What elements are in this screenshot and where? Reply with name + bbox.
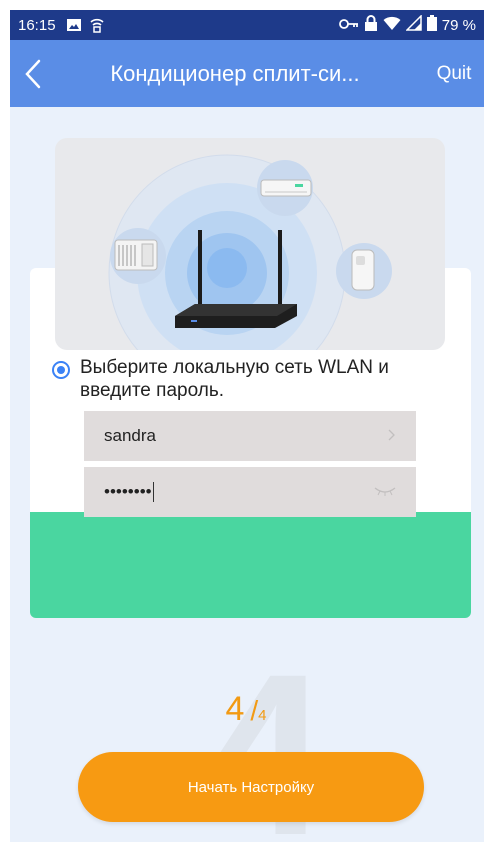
image-icon: [66, 18, 82, 32]
wifi-password-field[interactable]: ••••••••: [84, 467, 416, 517]
step-current: 4: [225, 690, 245, 728]
back-button[interactable]: [10, 40, 56, 107]
instruction-text: Выберите локальную сеть WLAN и введите п…: [80, 357, 389, 401]
wifi-ssid-field[interactable]: sandra: [84, 411, 416, 461]
step-total: 4: [258, 707, 267, 724]
wifi-signal-icon: [90, 17, 104, 33]
cell-signal-icon: [404, 14, 422, 35]
start-setup-button[interactable]: Начать Настройку: [78, 752, 424, 822]
lock-icon: [364, 15, 378, 35]
password-value: ••••••••: [104, 481, 152, 501]
ssid-value: sandra: [104, 426, 156, 445]
card-green-band: [30, 512, 471, 618]
wifi-icon: [383, 15, 401, 35]
status-time: 16:15: [18, 16, 56, 34]
window-ac-icon: [114, 239, 158, 271]
portable-ac-icon: [351, 249, 375, 291]
eye-closed-icon[interactable]: [374, 484, 396, 500]
step-indicator: 4/4: [0, 690, 492, 729]
app-header: Кондиционер сплит-си... Quit: [10, 40, 484, 107]
page-title: Кондиционер сплит-си...: [110, 60, 360, 86]
battery-percent: 79 %: [441, 16, 476, 34]
text-cursor: [152, 482, 154, 503]
wlan-radio-button[interactable]: [52, 361, 70, 379]
router-illustration: [55, 138, 445, 350]
battery-icon: [426, 15, 437, 35]
key-icon: [338, 17, 359, 34]
status-bar: 16:15 79 %: [10, 10, 484, 40]
chevron-left-icon: [25, 59, 41, 88]
step-separator: /: [250, 695, 259, 726]
quit-button[interactable]: Quit: [424, 63, 484, 85]
wlan-option: Выберите локальную сеть WLAN и введите п…: [52, 356, 452, 402]
chevron-right-icon[interactable]: [388, 428, 396, 444]
split-ac-icon: [260, 179, 312, 197]
